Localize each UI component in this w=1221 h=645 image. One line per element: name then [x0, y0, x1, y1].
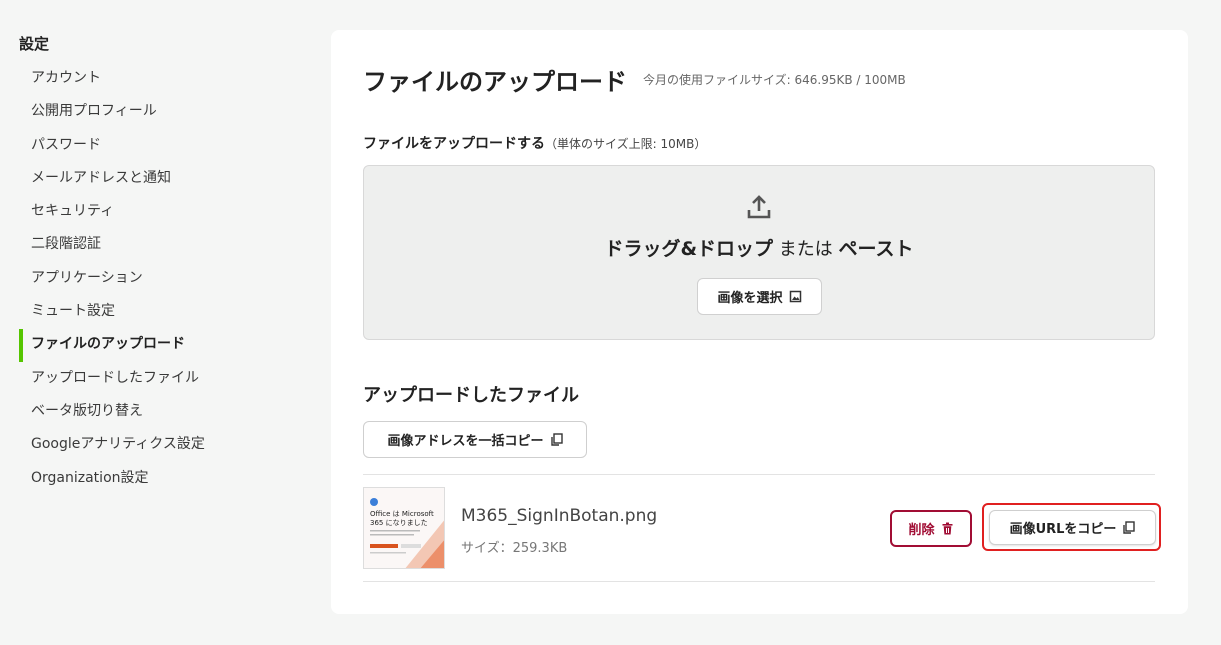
copy-all-label: 画像アドレスを一括コピー — [387, 434, 544, 449]
settings-sidebar: 設定 アカウント 公開用プロフィール パスワード メールアドレスと通知 セキュリ… — [0, 0, 330, 645]
sidebar-item-public-profile[interactable]: 公開用プロフィール — [19, 96, 205, 129]
copy-url-highlight: 画像URLをコピー — [982, 503, 1161, 551]
file-name: M365_SignInBotan.png — [461, 506, 658, 526]
sidebar-item-mute[interactable]: ミュート設定 — [19, 296, 205, 329]
sidebar-item-uploaded-files[interactable]: アップロードしたファイル — [19, 363, 205, 396]
copy-all-addresses-button[interactable]: 画像アドレスを一括コピー — [363, 421, 587, 458]
or-text: または — [773, 239, 839, 260]
sidebar-item-organization[interactable]: Organization設定 — [19, 463, 205, 496]
sidebar-item-applications[interactable]: アプリケーション — [19, 263, 205, 296]
upload-label: ファイルをアップロードする（単体のサイズ上限: 10MB） — [363, 133, 706, 153]
thumb-line-1: Office は Microsoft — [370, 510, 434, 518]
upload-icon — [746, 194, 772, 220]
copy-url-label: 画像URLをコピー — [1009, 522, 1117, 537]
sidebar-item-account[interactable]: アカウント — [19, 63, 205, 96]
trash-icon — [941, 522, 954, 535]
upload-size-limit: （単体のサイズ上限: 10MB） — [545, 137, 707, 151]
file-thumbnail[interactable]: Office は Microsoft 365 になりました — [363, 487, 445, 569]
copy-icon — [550, 433, 563, 446]
select-image-button[interactable]: 画像を選択 — [697, 278, 822, 315]
uploaded-files-title: アップロードしたファイル — [363, 385, 579, 406]
drop-instructions: ドラッグ&ドロップ または ペースト — [364, 234, 1154, 261]
sidebar-item-beta[interactable]: ベータ版切り替え — [19, 396, 205, 429]
drag-drop-text: ドラッグ&ドロップ — [604, 238, 774, 260]
sidebar-item-google-analytics[interactable]: Googleアナリティクス設定 — [19, 429, 205, 462]
page-title: ファイルのアップロード — [363, 68, 627, 96]
file-size: サイズ：259.3KB — [461, 541, 568, 556]
upload-dropzone[interactable]: ドラッグ&ドロップ または ペースト 画像を選択 — [363, 165, 1155, 340]
usage-text: 今月の使用ファイルサイズ: 646.95KB / 100MB — [643, 73, 906, 87]
sidebar-item-email-notifications[interactable]: メールアドレスと通知 — [19, 163, 205, 196]
copy-icon — [1122, 521, 1136, 534]
main-card: ファイルのアップロード 今月の使用ファイルサイズ: 646.95KB / 100… — [331, 30, 1188, 614]
sidebar-item-two-factor[interactable]: 二段階認証 — [19, 229, 205, 262]
sidebar-title: 設定 — [19, 35, 50, 53]
sidebar-item-file-upload[interactable]: ファイルのアップロード — [19, 329, 205, 363]
sidebar-item-security[interactable]: セキュリティ — [19, 196, 205, 229]
paste-text: ペースト — [838, 238, 914, 260]
select-image-label: 画像を選択 — [717, 291, 783, 306]
upload-label-text: ファイルをアップロードする — [363, 136, 545, 152]
sidebar-nav: アカウント 公開用プロフィール パスワード メールアドレスと通知 セキュリティ … — [19, 63, 205, 496]
image-icon — [789, 290, 802, 303]
sidebar-item-password[interactable]: パスワード — [19, 130, 205, 163]
copy-image-url-button[interactable]: 画像URLをコピー — [989, 510, 1156, 545]
divider — [363, 581, 1155, 582]
thumb-line-2: 365 になりました — [370, 519, 428, 527]
delete-label: 削除 — [908, 523, 935, 538]
delete-button[interactable]: 削除 — [890, 510, 972, 547]
divider — [363, 474, 1155, 475]
